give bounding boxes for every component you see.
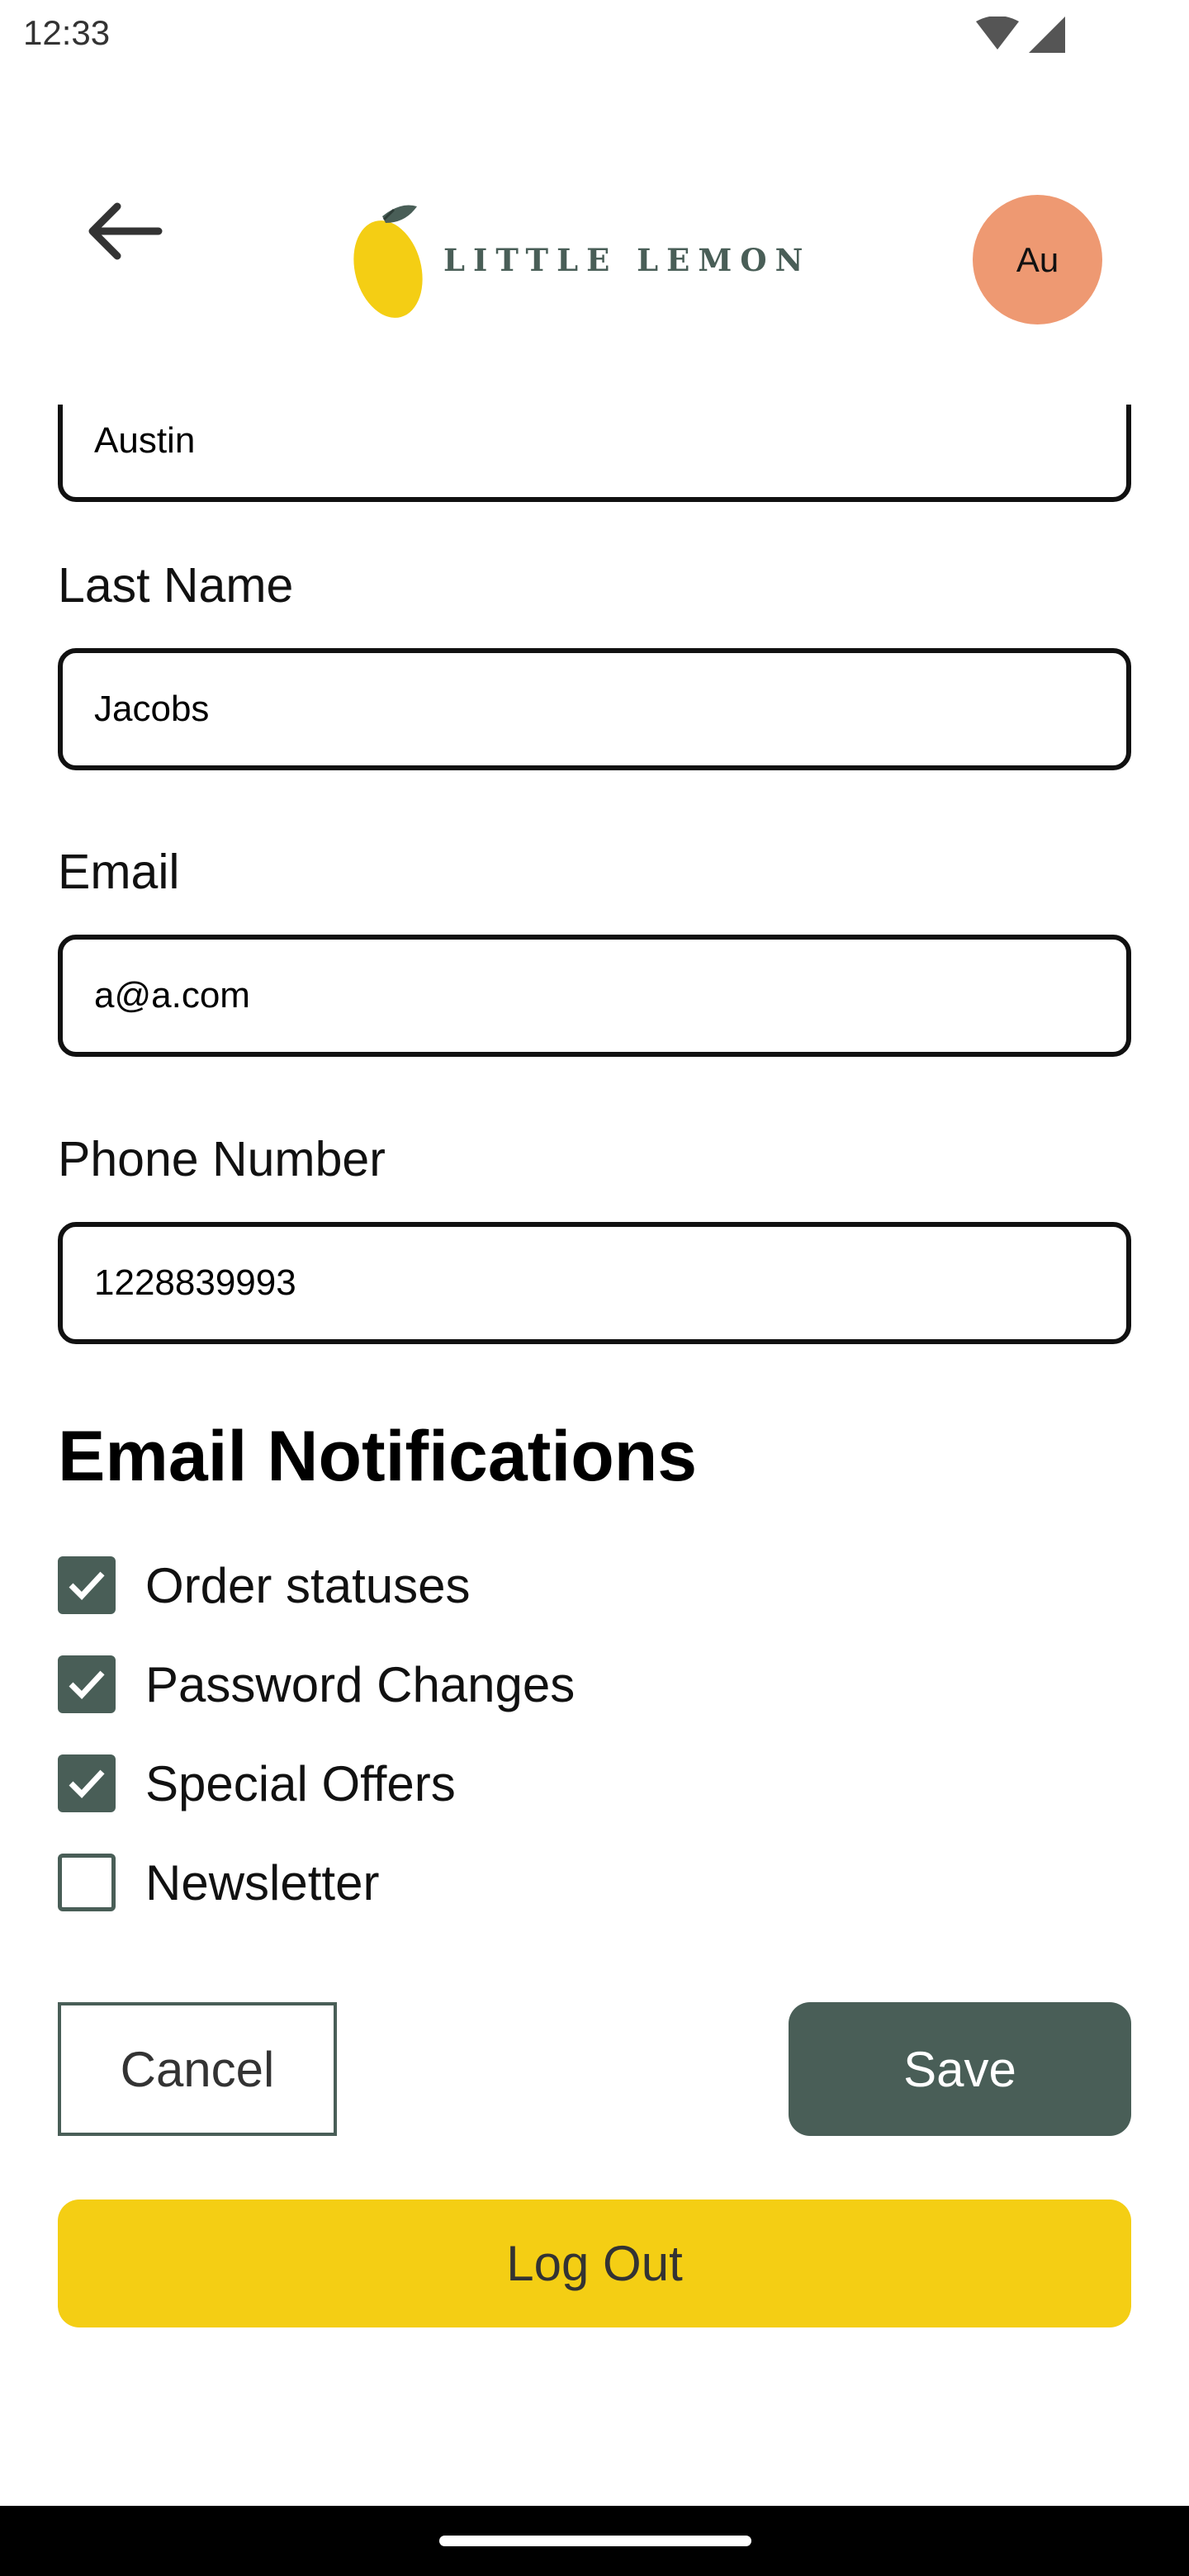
- checkbox-password-changes[interactable]: Password Changes: [58, 1651, 575, 1717]
- status-time: 12:33: [23, 13, 111, 52]
- cancel-button[interactable]: Cancel: [58, 2002, 337, 2136]
- save-button[interactable]: Save: [789, 2002, 1131, 2136]
- back-button[interactable]: [74, 190, 173, 272]
- phone-number-field[interactable]: 1228839993: [58, 1222, 1131, 1344]
- status-icons: [975, 17, 1065, 53]
- cell-signal-icon: [1029, 17, 1065, 53]
- checkbox-label: Order statuses: [145, 1557, 471, 1613]
- checkbox-newsletter[interactable]: Newsletter: [58, 1849, 379, 1915]
- logo-text: LITTLE LEMON: [443, 242, 812, 278]
- wifi-icon: [975, 17, 1019, 50]
- system-navigation-bar: [0, 2506, 1189, 2576]
- profile-screen: 12:33 LITTLE LEMON Au Austin Last Name J…: [0, 0, 1189, 2576]
- logout-button[interactable]: Log Out: [58, 2200, 1131, 2327]
- last-name-label: Last Name: [58, 558, 294, 613]
- email-label: Email: [58, 845, 180, 899]
- checkbox-special-offers[interactable]: Special Offers: [58, 1750, 456, 1816]
- first-name-field[interactable]: Austin: [58, 405, 1131, 502]
- checkbox-label: Newsletter: [145, 1854, 380, 1911]
- email-notifications-title: Email Notifications: [58, 1417, 698, 1496]
- home-indicator[interactable]: [439, 2536, 751, 2546]
- last-name-field[interactable]: Jacobs: [58, 648, 1131, 770]
- email-field[interactable]: a@a.com: [58, 935, 1131, 1057]
- checkbox-checked-icon[interactable]: [58, 1754, 116, 1812]
- status-bar: 12:33: [0, 0, 1189, 69]
- checkbox-unchecked-icon[interactable]: [58, 1854, 116, 1911]
- little-lemon-logo: LITTLE LEMON: [351, 198, 811, 322]
- lemon-icon: [353, 205, 423, 318]
- avatar[interactable]: Au: [973, 195, 1102, 324]
- checkbox-order-statuses[interactable]: Order statuses: [58, 1552, 471, 1618]
- arrow-left-icon: [88, 202, 163, 260]
- phone-number-label: Phone Number: [58, 1132, 386, 1186]
- checkbox-checked-icon[interactable]: [58, 1655, 116, 1713]
- checkbox-checked-icon[interactable]: [58, 1556, 116, 1614]
- checkbox-label: Password Changes: [145, 1656, 576, 1712]
- checkbox-label: Special Offers: [145, 1755, 456, 1811]
- profile-form[interactable]: Austin Last Name Jacobs Email a@a.com Ph…: [0, 405, 1189, 2506]
